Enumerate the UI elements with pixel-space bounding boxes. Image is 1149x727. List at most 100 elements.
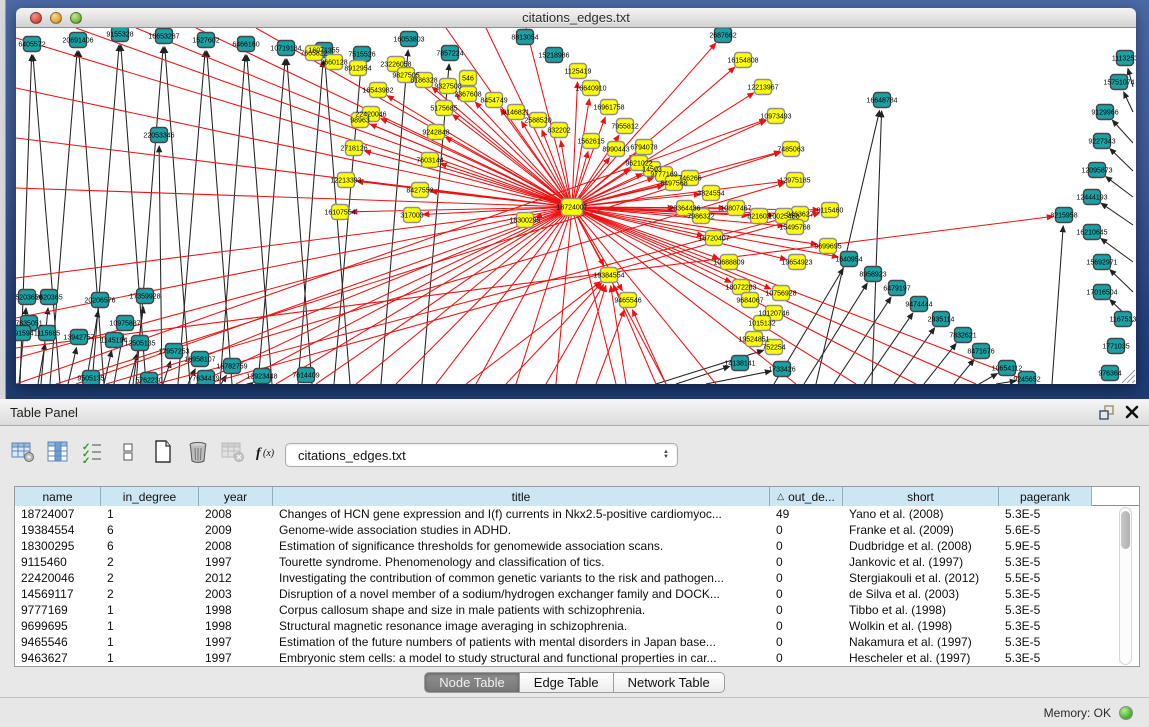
table-cell[interactable]: 5.6E-5 [999,523,1092,537]
table-cell[interactable]: 0 [770,619,843,633]
table-cell[interactable]: 9463627 [15,651,101,665]
table-cell[interactable]: 1998 [199,619,273,633]
table-cell[interactable]: 18300295 [15,539,101,553]
table-cell[interactable]: 22420046 [15,571,101,585]
table-cell[interactable]: 2 [101,571,199,585]
table-row[interactable]: 946554611997Estimation of the future num… [15,634,1139,650]
table-cell[interactable]: Investigating the contribution of common… [273,571,770,585]
table-row[interactable]: 1456911722003Disruption of a novel membe… [15,586,1139,602]
table-cell[interactable]: Yano et al. (2008) [843,507,999,521]
table-cell[interactable]: 1997 [199,651,273,665]
table-cell[interactable]: 1997 [199,635,273,649]
table-row[interactable]: 911546021997Tourette syndrome. Phenomeno… [15,554,1139,570]
table-cell[interactable]: 2 [101,555,199,569]
table-cell[interactable]: Dudbridge et al. (2008) [843,539,999,553]
table-cell[interactable]: 0 [770,523,843,537]
table-cell[interactable]: Disruption of a novel member of a sodium… [273,587,770,601]
table-cell[interactable]: Genome-wide association studies in ADHD. [273,523,770,537]
table-cell[interactable]: 5.3E-5 [999,635,1092,649]
create-column-button[interactable] [150,441,176,467]
function-builder-button[interactable]: f(x) [255,441,281,467]
table-cell[interactable]: 5.3E-5 [999,619,1092,633]
table-cell[interactable]: Changes of HCN gene expression and I(f) … [273,507,770,521]
table-cell[interactable]: 0 [770,571,843,585]
table-row[interactable]: 2242004622012Investigating the contribut… [15,570,1139,586]
table-cell[interactable]: 0 [770,555,843,569]
table-selector-dropdown[interactable]: citations_edges.txt ▲▼ [285,443,678,467]
table-cell[interactable]: 2008 [199,507,273,521]
table-cell[interactable]: de Silva et al. (2003) [843,587,999,601]
row-height-button[interactable] [115,441,141,467]
float-panel-icon[interactable] [1099,405,1115,420]
table-cell[interactable]: 1 [101,651,199,665]
tab-node-table[interactable]: Node Table [424,672,520,693]
scrollbar-thumb[interactable] [1121,511,1130,549]
table-cell[interactable]: 5.3E-5 [999,603,1092,617]
table-cell[interactable]: Tourette syndrome. Phenomenology and cla… [273,555,770,569]
column-header-pagerank[interactable]: pagerank [999,487,1092,506]
table-cell[interactable]: Corpus callosum shape and size in male p… [273,603,770,617]
table-cell[interactable]: Estimation of significance thresholds fo… [273,539,770,553]
table-cell[interactable]: 5.3E-5 [999,507,1092,521]
column-header-short[interactable]: short [843,487,999,506]
column-header-name[interactable]: name [15,487,101,506]
network-window[interactable]: citations_edges.txt 64055722069140691553… [16,8,1136,384]
table-options-button[interactable] [10,441,36,467]
table-cell[interactable]: Wolkin et al. (1998) [843,619,999,633]
table-cell[interactable]: 1998 [199,603,273,617]
table-row[interactable]: 1938455462009Genome-wide association stu… [15,522,1139,538]
table-cell[interactable]: 1 [101,603,199,617]
table-cell[interactable]: Embryonic stem cells: a model to study s… [273,651,770,665]
table-cell[interactable]: 6 [101,539,199,553]
delete-table-button[interactable] [220,441,246,467]
table-cell[interactable]: 9777169 [15,603,101,617]
tab-network-table[interactable]: Network Table [614,672,725,693]
table-cell[interactable]: 0 [770,651,843,665]
table-cell[interactable]: 0 [770,539,843,553]
table-cell[interactable]: 1 [101,507,199,521]
table-cell[interactable]: 18724007 [15,507,101,521]
table-cell[interactable]: 5.3E-5 [999,555,1092,569]
close-panel-icon[interactable] [1125,405,1139,419]
table-cell[interactable]: Nakamura et al. (1997) [843,635,999,649]
column-header-year[interactable]: year [199,487,273,506]
table-cell[interactable]: 5.9E-5 [999,539,1092,553]
table-cell[interactable]: 5.3E-5 [999,587,1092,601]
table-cell[interactable]: 2012 [199,571,273,585]
table-row[interactable]: 977716911998Corpus callosum shape and si… [15,602,1139,618]
left-splitter-strip[interactable] [0,0,6,399]
table-row[interactable]: 969969511998Structural magnetic resonanc… [15,618,1139,634]
table-cell[interactable]: 0 [770,603,843,617]
table-cell[interactable]: 1 [101,635,199,649]
table-cell[interactable]: 9465546 [15,635,101,649]
table-cell[interactable]: 2009 [199,523,273,537]
show-columns-button[interactable] [45,441,71,467]
table-cell[interactable]: 1 [101,619,199,633]
table-cell[interactable]: 5.3E-5 [999,651,1092,665]
delete-column-button[interactable] [185,441,211,467]
table-cell[interactable]: 2003 [199,587,273,601]
table-cell[interactable]: 6 [101,523,199,537]
table-cell[interactable]: 0 [770,587,843,601]
column-header-in_degree[interactable]: in_degree [101,487,199,506]
network-canvas-container[interactable]: 6405572206914069155328106532871527602646… [16,28,1136,384]
network-canvas[interactable]: 6405572206914069155328106532871527602646… [16,28,1136,384]
table-cell[interactable]: 14569117 [15,587,101,601]
table-cell[interactable]: 0 [770,635,843,649]
table-cell[interactable]: 9115460 [15,555,101,569]
table-cell[interactable]: 19384554 [15,523,101,537]
table-cell[interactable]: Franke et al. (2009) [843,523,999,537]
table-cell[interactable]: Jankovic et al. (1997) [843,555,999,569]
column-header-out_de[interactable]: △out_de... [770,487,843,506]
table-cell[interactable]: 5.5E-5 [999,571,1092,585]
select-columns-button[interactable]: ✓✓✓ [80,441,106,467]
table-cell[interactable]: 49 [770,507,843,521]
table-cell[interactable]: Stergiakouli et al. (2012) [843,571,999,585]
table-cell[interactable]: Tibbo et al. (1998) [843,603,999,617]
resize-grip-icon[interactable] [1122,370,1135,383]
table-row[interactable]: 1872400712008Changes of HCN gene express… [15,506,1139,522]
table-row[interactable]: 1830029562008Estimation of significance … [15,538,1139,554]
table-cell[interactable]: Structural magnetic resonance image aver… [273,619,770,633]
table-cell[interactable]: Estimation of the future numbers of pati… [273,635,770,649]
tab-edge-table[interactable]: Edge Table [520,672,614,693]
